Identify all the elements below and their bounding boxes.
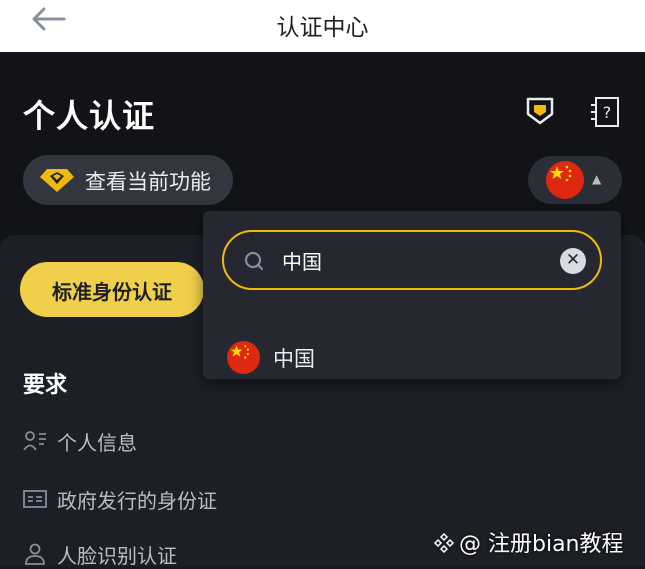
china-flag-icon <box>546 161 584 199</box>
country-search-input[interactable] <box>282 246 532 274</box>
person-info-icon <box>23 431 46 451</box>
country-search-box: ✕ <box>222 230 602 290</box>
page-title: 认证中心 <box>276 15 369 41</box>
country-dropdown: ✕ 中国 <box>203 211 621 379</box>
section-heading: 个人认证 <box>23 97 156 135</box>
standard-verification-button[interactable]: 标准身份认证 <box>20 262 204 317</box>
view-current-features-button[interactable]: 查看当前功能 <box>23 155 233 205</box>
top-nav-bar: 认证中心 <box>0 0 645 52</box>
search-icon <box>244 251 264 271</box>
watermark-text: @ 注册bian教程 <box>459 532 624 557</box>
country-option[interactable]: 中国 <box>203 339 621 379</box>
view-current-features-label: 查看当前功能 <box>85 170 211 194</box>
requirement-label: 个人信息 <box>57 431 137 455</box>
clear-search-button[interactable]: ✕ <box>560 248 586 274</box>
watermark: @ 注册bian教程 <box>433 526 624 558</box>
country-option-label: 中国 <box>273 347 315 371</box>
binance-logo-icon <box>433 532 455 554</box>
standard-verification-label: 标准身份认证 <box>52 280 172 304</box>
requirement-label: 政府发行的身份证 <box>57 489 217 513</box>
person-icon <box>25 543 45 565</box>
caret-up-icon: ▲ <box>592 172 602 186</box>
close-icon: ✕ <box>565 250 581 270</box>
svg-text:?: ? <box>603 103 612 122</box>
id-card-icon <box>23 490 47 508</box>
shield-icon[interactable] <box>525 96 555 126</box>
country-selector[interactable]: ▲ <box>528 156 622 204</box>
help-document-icon[interactable]: ? <box>590 96 620 128</box>
requirements-title: 要求 <box>23 373 68 398</box>
diamond-icon <box>40 169 74 192</box>
requirement-label: 人脸识别认证 <box>57 544 177 568</box>
china-flag-icon <box>227 341 260 374</box>
